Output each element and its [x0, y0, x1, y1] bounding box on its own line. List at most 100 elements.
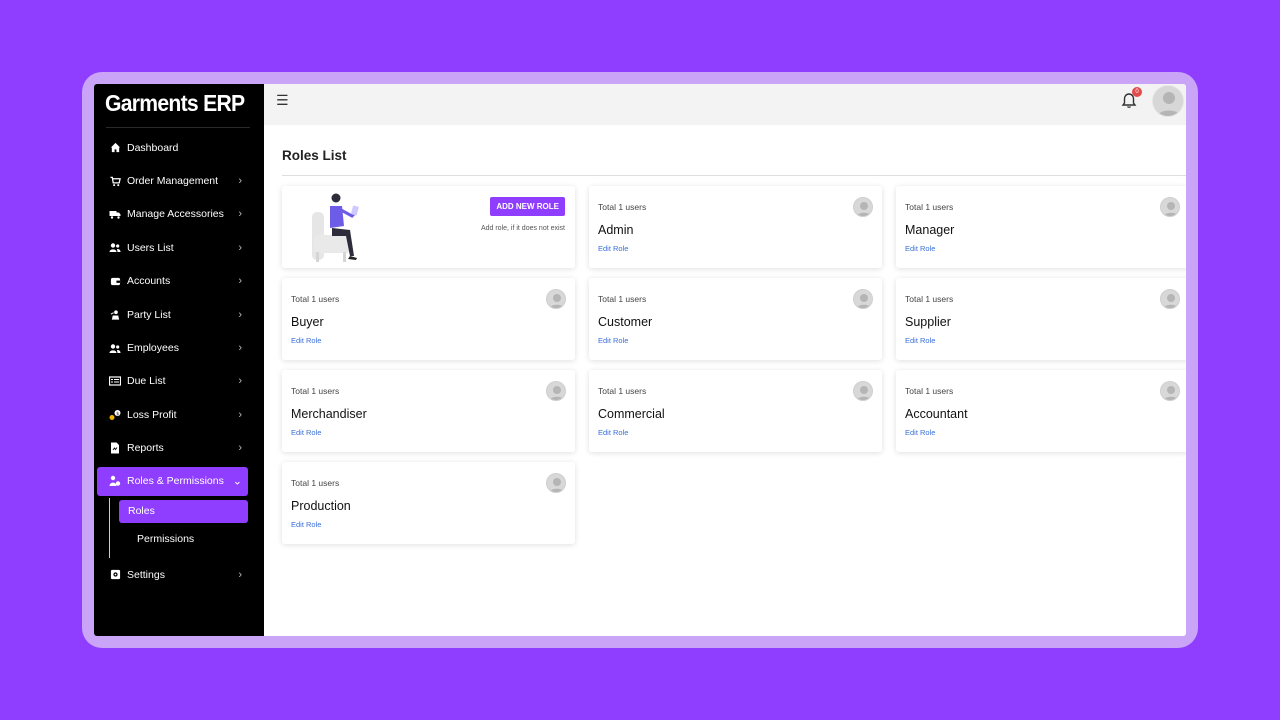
chevron-right-icon: › — [238, 308, 242, 321]
avatar — [546, 289, 566, 309]
roles-icon — [109, 475, 121, 487]
cart-icon — [109, 175, 121, 187]
sidebar-item-loss-profit[interactable]: $ Loss Profit › — [94, 398, 264, 431]
sidebar-item-accounts[interactable]: Accounts › — [94, 265, 264, 298]
chevron-right-icon: › — [238, 275, 242, 288]
subnav-item-roles[interactable]: Roles — [119, 499, 248, 523]
role-users-count: Total 1 users — [598, 386, 647, 396]
sidebar-item-label: Users List — [127, 241, 174, 254]
sidebar-item-settings[interactable]: Settings › — [94, 558, 264, 591]
chevron-right-icon: › — [238, 375, 242, 388]
sidebar-item-manage-accessories[interactable]: Manage Accessories › — [94, 198, 264, 231]
role-users-count: Total 1 users — [291, 386, 340, 396]
sidebar-item-label: Dashboard — [127, 141, 179, 154]
edit-role-link[interactable]: Edit Role — [291, 520, 321, 529]
topbar: ☰ 0 — [264, 84, 1186, 125]
users-icon — [109, 242, 121, 254]
role-card-production: Total 1 users Production Edit Role — [282, 462, 575, 544]
sidebar-item-employees[interactable]: Employees › — [94, 331, 264, 364]
edit-role-link[interactable]: Edit Role — [905, 336, 935, 345]
avatar — [1160, 381, 1180, 401]
role-users-count: Total 1 users — [905, 202, 954, 212]
subnav-item-label: Roles — [128, 505, 155, 518]
sidebar-item-label: Accounts — [127, 275, 171, 288]
role-name: Supplier — [905, 315, 951, 329]
sidebar-item-dashboard[interactable]: Dashboard — [94, 131, 264, 164]
edit-role-link[interactable]: Edit Role — [598, 244, 628, 253]
money-icon: $ — [109, 409, 121, 421]
avatar — [546, 473, 566, 493]
woman-sitting-illustration — [312, 193, 359, 262]
main-content: ☰ 0 Roles List ADD NEW ROLE Add role, if… — [264, 84, 1186, 636]
role-users-count: Total 1 users — [291, 478, 340, 488]
title-divider — [282, 175, 1186, 176]
role-users-count: Total 1 users — [291, 294, 340, 304]
avatar — [546, 381, 566, 401]
sidebar-item-label: Manage Accessories — [127, 208, 224, 221]
role-name: Merchandiser — [291, 407, 367, 421]
chevron-right-icon: › — [238, 442, 242, 455]
add-new-role-button[interactable]: ADD NEW ROLE — [490, 197, 565, 216]
role-users-count: Total 1 users — [598, 202, 647, 212]
sidebar-item-label: Reports — [127, 442, 164, 455]
app-logo: Garments ERP — [105, 90, 245, 116]
sidebar-item-label: Party List — [127, 308, 171, 321]
role-card-buyer: Total 1 users Buyer Edit Role — [282, 278, 575, 360]
role-name: Commercial — [598, 407, 665, 421]
sidebar-item-party-list[interactable]: Party List › — [94, 298, 264, 331]
avatar — [853, 381, 873, 401]
report-icon — [109, 442, 121, 454]
page-title: Roles List — [282, 148, 347, 163]
chevron-right-icon: › — [238, 342, 242, 355]
sidebar-nav: Dashboard Order Management › Manage Acce… — [94, 128, 264, 591]
edit-role-link[interactable]: Edit Role — [598, 336, 628, 345]
truck-icon — [109, 208, 121, 220]
hamburger-menu-icon[interactable]: ☰ — [276, 92, 289, 109]
sidebar-item-roles-permissions[interactable]: Roles & Permissions ⌄ — [97, 466, 248, 496]
role-name: Buyer — [291, 315, 324, 329]
sidebar-item-due-list[interactable]: Due List › — [94, 365, 264, 398]
avatar — [853, 197, 873, 217]
chevron-right-icon: › — [238, 568, 242, 581]
sidebar-item-reports[interactable]: Reports › — [94, 432, 264, 465]
chevron-right-icon: › — [238, 175, 242, 188]
sidebar-item-users-list[interactable]: Users List › — [94, 231, 264, 264]
party-icon — [109, 309, 121, 321]
app-window: Garments ERP Dashboard Order Management … — [94, 84, 1186, 636]
chevron-right-icon: › — [238, 241, 242, 254]
role-name: Admin — [598, 223, 634, 237]
role-card-admin: Total 1 users Admin Edit Role — [589, 186, 882, 268]
role-name: Manager — [905, 223, 955, 237]
sidebar-item-order-management[interactable]: Order Management › — [94, 164, 264, 197]
role-name: Accountant — [905, 407, 968, 421]
chevron-down-icon: ⌄ — [232, 475, 242, 488]
sidebar-item-label: Due List — [127, 375, 166, 388]
edit-role-link[interactable]: Edit Role — [291, 428, 321, 437]
sidebar-item-label: Employees — [127, 342, 179, 355]
settings-icon — [109, 569, 121, 581]
role-card-manager: Total 1 users Manager Edit Role — [896, 186, 1186, 268]
role-card-supplier: Total 1 users Supplier Edit Role — [896, 278, 1186, 360]
avatar — [1160, 289, 1180, 309]
subnav-item-permissions[interactable]: Permissions — [119, 526, 248, 552]
role-users-count: Total 1 users — [905, 294, 954, 304]
add-role-card: ADD NEW ROLE Add role, if it does not ex… — [282, 186, 575, 268]
wallet-icon — [109, 275, 121, 287]
user-avatar[interactable] — [1152, 85, 1184, 117]
role-card-merchandiser: Total 1 users Merchandiser Edit Role — [282, 370, 575, 452]
chevron-right-icon: › — [238, 208, 242, 221]
home-icon — [109, 142, 121, 154]
avatar — [853, 289, 873, 309]
sidebar-item-label: Roles & Permissions — [127, 475, 224, 488]
role-name: Production — [291, 499, 351, 513]
edit-role-link[interactable]: Edit Role — [598, 428, 628, 437]
list-icon — [109, 375, 121, 387]
avatar — [1160, 197, 1180, 217]
edit-role-link[interactable]: Edit Role — [905, 428, 935, 437]
add-role-hint: Add role, if it does not exist — [480, 225, 565, 232]
role-card-commercial: Total 1 users Commercial Edit Role — [589, 370, 882, 452]
edit-role-link[interactable]: Edit Role — [291, 336, 321, 345]
svg-text:$: $ — [116, 411, 119, 417]
edit-role-link[interactable]: Edit Role — [905, 244, 935, 253]
subnav-item-label: Permissions — [137, 532, 195, 545]
